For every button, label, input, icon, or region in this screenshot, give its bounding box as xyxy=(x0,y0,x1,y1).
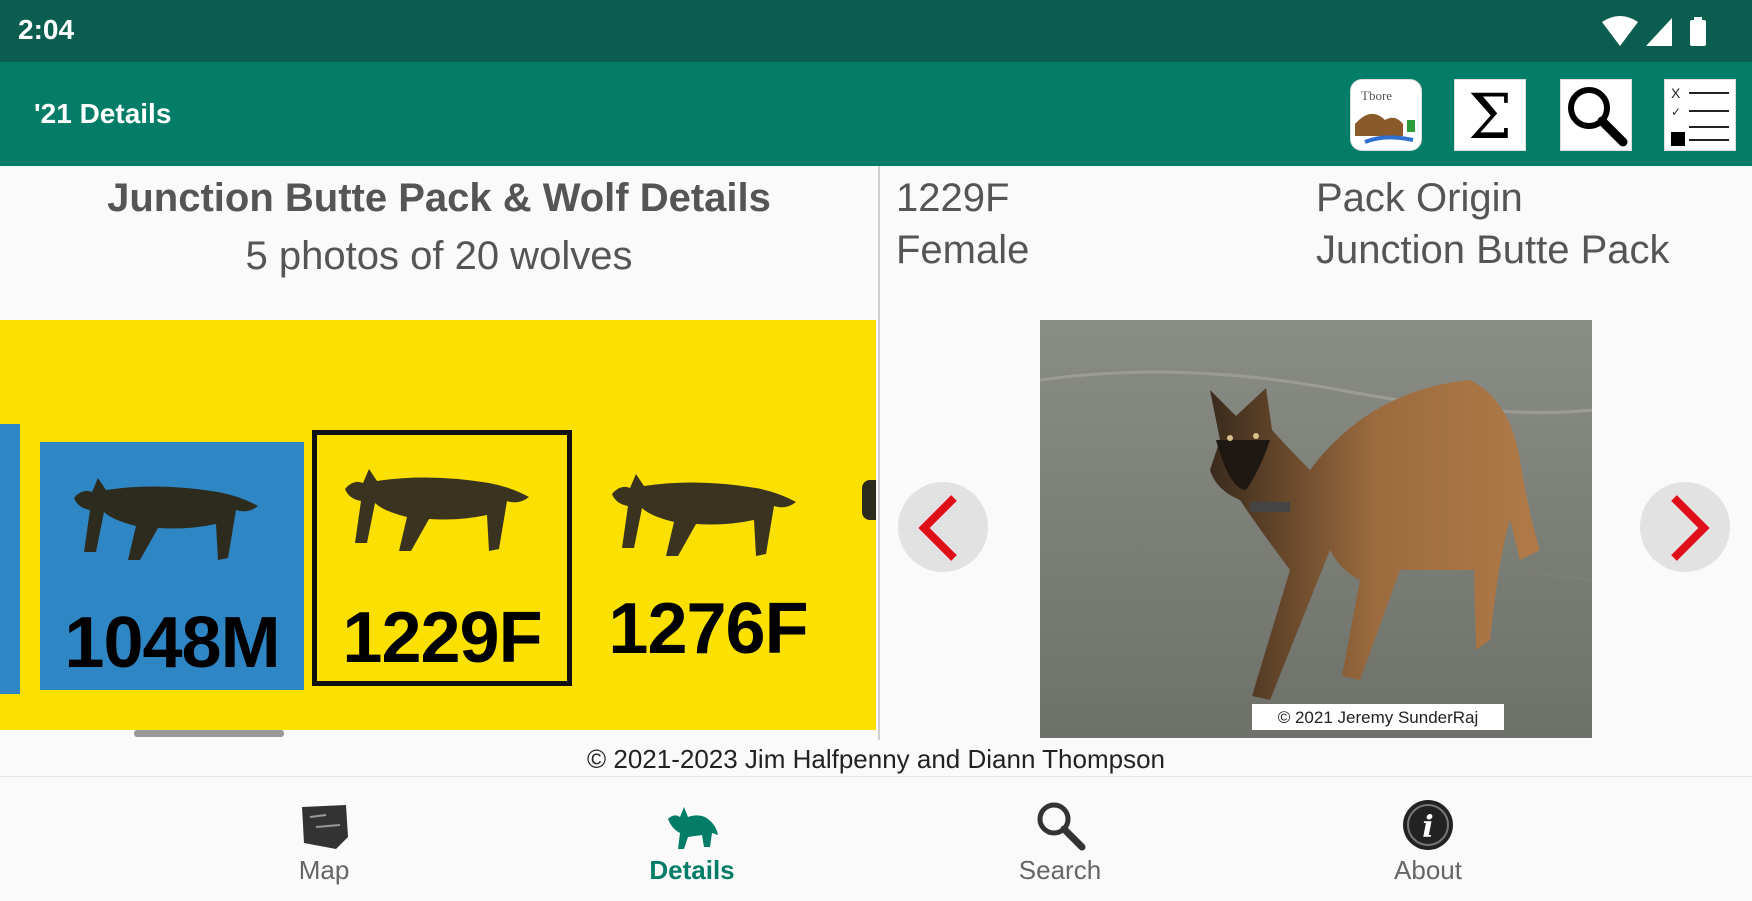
wolf-tile-label: 1048M xyxy=(64,603,280,683)
nav-item-details[interactable]: Details xyxy=(592,777,792,901)
app-bar: '21 Details Tbore Σ X ✓ xyxy=(0,62,1752,166)
previous-photo-button[interactable] xyxy=(898,482,988,572)
svg-text:✓: ✓ xyxy=(1671,105,1681,119)
nav-label: Details xyxy=(649,855,735,885)
search-icon xyxy=(1037,802,1086,851)
svg-text:Tbore: Tbore xyxy=(1361,88,1392,103)
pack-origin-label: Pack Origin xyxy=(1316,176,1523,220)
system-icons xyxy=(1602,16,1706,46)
status-time: 2:04 xyxy=(18,14,75,45)
map-icon xyxy=(302,805,348,849)
pack-details-panel: Junction Butte Pack & Wolf Details 5 pho… xyxy=(0,166,878,740)
checklist-icon: X ✓ xyxy=(1671,85,1729,146)
wifi-icon xyxy=(1602,16,1638,46)
wolf-tile-label: 1276F xyxy=(608,589,808,669)
nav-item-map[interactable]: Map xyxy=(224,777,424,901)
wolf-tile-partial[interactable] xyxy=(0,424,20,694)
wolf-tile-1048m[interactable]: 1048M xyxy=(40,442,304,690)
magnifier-icon xyxy=(1568,87,1628,147)
wolf-photo-image: © 2021 Jeremy SunderRaj xyxy=(1039,320,1593,738)
wolf-silhouette-icon xyxy=(345,469,529,551)
sigma-icon: Σ xyxy=(1468,80,1512,153)
bottom-navigation: Map Details Search i About xyxy=(0,776,1752,901)
status-bar: 2:04 xyxy=(0,0,1752,62)
chevron-left-icon xyxy=(918,495,957,561)
svg-text:i: i xyxy=(1422,810,1433,845)
pack-title: Junction Butte Pack & Wolf Details xyxy=(107,176,771,220)
summary-button[interactable]: Σ xyxy=(1454,79,1526,153)
copyright-text: © 2021-2023 Jim Halfpenny and Diann Thom… xyxy=(586,744,1166,774)
wolf-details-panel: 1229F Female Pack Origin Junction Butte … xyxy=(880,166,1752,740)
wolf-id: 1229F xyxy=(896,176,1010,220)
next-photo-button[interactable] xyxy=(1640,482,1730,572)
photo-credit-box: © 2021 Jeremy SunderRaj xyxy=(1252,704,1504,730)
chevron-right-icon xyxy=(1671,495,1710,561)
wolf-silhouette-icon xyxy=(74,478,258,560)
wolf-silhouette-icon xyxy=(612,474,796,556)
wolf-photo: © 2021 Jeremy SunderRaj xyxy=(1039,320,1593,738)
search-button[interactable] xyxy=(1560,79,1632,151)
battery-icon xyxy=(1690,17,1706,46)
svg-text:Σ: Σ xyxy=(1468,80,1512,150)
info-icon: i xyxy=(1403,800,1453,850)
wolf-tile-1276f[interactable]: 1276F xyxy=(584,438,832,686)
wolf-tile-strip[interactable]: 1048M 1229F 1276F xyxy=(0,320,876,730)
cell-signal-icon xyxy=(1646,18,1672,46)
strip-scrollbar[interactable] xyxy=(134,730,284,737)
nav-item-search[interactable]: Search xyxy=(960,777,1160,901)
wolf-tile-partial-right[interactable] xyxy=(862,480,876,520)
pack-subtitle: 5 photos of 20 wolves xyxy=(245,234,633,278)
checklist-button[interactable]: X ✓ xyxy=(1664,79,1736,151)
app-title: '21 Details xyxy=(34,98,172,129)
wolf-tile-label: 1229F xyxy=(342,598,542,678)
photo-credit: © 2021 Jeremy SunderRaj xyxy=(1278,708,1479,727)
nav-label: About xyxy=(1394,855,1462,885)
nav-label: Search xyxy=(1018,855,1102,885)
wolf-sex: Female xyxy=(896,228,1030,272)
svg-text:X: X xyxy=(1671,85,1681,101)
map-legend-icon: Tbore xyxy=(1353,82,1419,148)
nav-item-about[interactable]: i About xyxy=(1328,777,1528,901)
pack-origin-value: Junction Butte Pack xyxy=(1316,228,1670,272)
wolf-tile-1229f[interactable]: 1229F xyxy=(312,430,572,686)
nav-label: Map xyxy=(298,855,350,885)
wolf-icon xyxy=(668,807,718,849)
map-legend-button[interactable]: Tbore xyxy=(1350,79,1422,151)
